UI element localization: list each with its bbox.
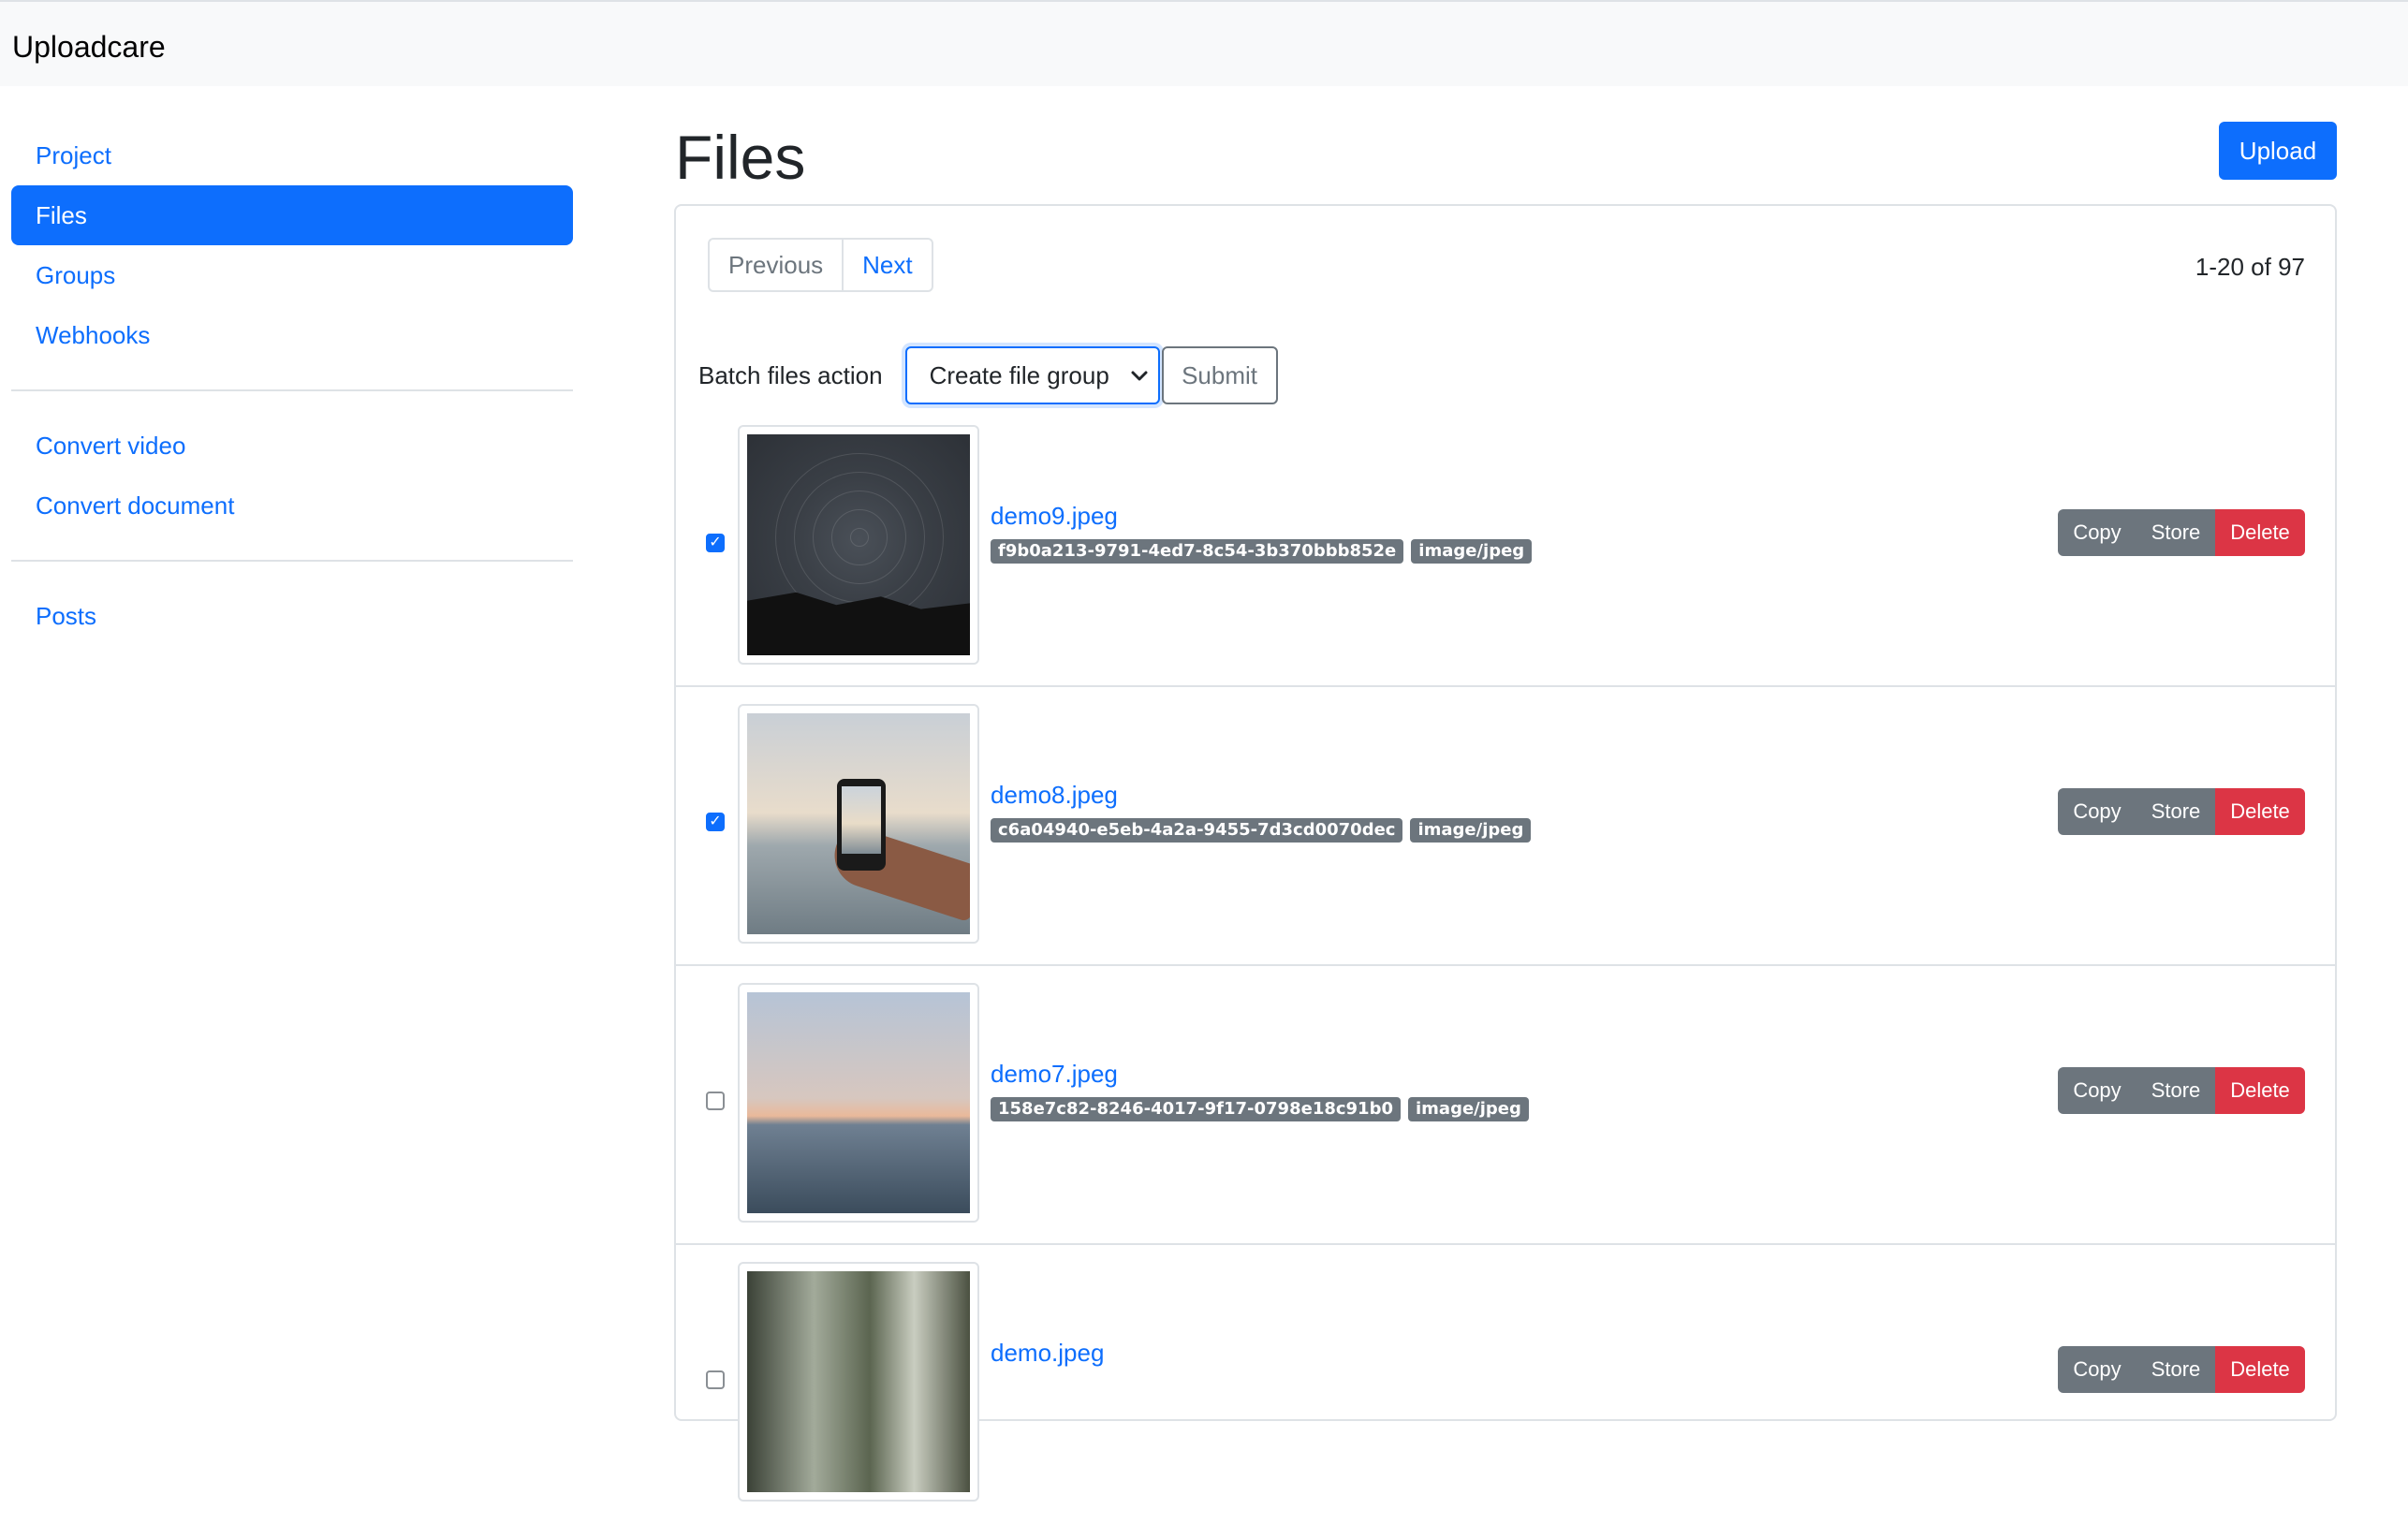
chevron-down-icon xyxy=(1131,371,1148,381)
file-checkbox[interactable] xyxy=(706,1370,725,1389)
file-actions: Copy Store Delete xyxy=(2058,1067,2305,1114)
file-thumbnail[interactable] xyxy=(738,1262,979,1502)
pagination: Previous Next xyxy=(708,238,933,292)
delete-button[interactable]: Delete xyxy=(2215,1346,2305,1393)
sea-sunset-image xyxy=(747,992,970,1213)
uuid-badge: c6a04940-e5eb-4a2a-9455-7d3cd0070dec xyxy=(991,818,1403,843)
file-badges: 158e7c82-8246-4017-9f17-0798e18c91b0 ima… xyxy=(991,1097,1529,1121)
file-badges: f9b0a213-9791-4ed7-8c54-3b370bbb852e ima… xyxy=(991,539,1533,564)
submit-button[interactable]: Submit xyxy=(1161,346,1278,404)
files-card: Previous Next 1-20 of 97 Batch files act… xyxy=(674,204,2337,1502)
mime-badge: image/jpeg xyxy=(1410,818,1532,843)
navbar: Uploadcare xyxy=(0,0,2408,86)
file-thumbnail[interactable] xyxy=(738,983,979,1223)
sidebar-item-convert-video[interactable]: Convert video xyxy=(11,416,573,476)
batch-action-select[interactable]: Create file group xyxy=(904,346,1160,404)
batch-action-form: Batch files action Create file group Sub… xyxy=(698,346,1278,404)
sidebar-item-posts[interactable]: Posts xyxy=(11,586,573,646)
file-thumbnail[interactable] xyxy=(738,425,979,665)
file-thumbnail[interactable] xyxy=(738,704,979,944)
file-name-link[interactable]: demo.jpeg xyxy=(991,1339,1104,1368)
file-row: demo7.jpeg 158e7c82-8246-4017-9f17-0798e… xyxy=(676,968,2335,1245)
delete-button[interactable]: Delete xyxy=(2215,788,2305,835)
store-button[interactable]: Store xyxy=(2136,788,2215,835)
copy-button[interactable]: Copy xyxy=(2058,509,2136,556)
sidebar-item-convert-document[interactable]: Convert document xyxy=(11,476,573,535)
copy-button[interactable]: Copy xyxy=(2058,1067,2136,1114)
store-button[interactable]: Store xyxy=(2136,1346,2215,1393)
star-trails-image xyxy=(747,434,970,655)
file-name-link[interactable]: demo7.jpeg xyxy=(991,1060,1118,1089)
sidebar-item-groups[interactable]: Groups xyxy=(11,245,573,305)
sidebar-divider xyxy=(11,389,573,391)
sidebar-item-files[interactable]: Files xyxy=(11,185,573,245)
previous-page-button[interactable]: Previous xyxy=(710,240,844,290)
page-title: Files xyxy=(675,123,806,192)
file-actions: Copy Store Delete xyxy=(2058,788,2305,835)
uuid-badge: 158e7c82-8246-4017-9f17-0798e18c91b0 xyxy=(991,1097,1401,1121)
file-row: ✓ demo8.jpeg c6a04940-e5eb-4a2a-9455-7d3… xyxy=(676,689,2335,966)
batch-action-label: Batch files action xyxy=(698,360,883,389)
sidebar-item-project[interactable]: Project xyxy=(11,125,573,185)
brand-logo[interactable]: Uploadcare xyxy=(12,28,166,66)
sidebar-item-webhooks[interactable]: Webhooks xyxy=(11,305,573,365)
sidebar-divider xyxy=(11,560,573,562)
copy-button[interactable]: Copy xyxy=(2058,1346,2136,1393)
forest-image xyxy=(747,1271,970,1492)
file-badges: c6a04940-e5eb-4a2a-9455-7d3cd0070dec ima… xyxy=(991,818,1532,843)
delete-button[interactable]: Delete xyxy=(2215,1067,2305,1114)
file-row: demo.jpeg Copy Store Delete xyxy=(676,1247,2335,1524)
file-row: ✓ demo9.jpeg f9b0a213-9791-4ed7-8c54-3b3… xyxy=(676,410,2335,687)
store-button[interactable]: Store xyxy=(2136,509,2215,556)
next-page-button[interactable]: Next xyxy=(844,240,931,290)
copy-button[interactable]: Copy xyxy=(2058,788,2136,835)
store-button[interactable]: Store xyxy=(2136,1067,2215,1114)
upload-button[interactable]: Upload xyxy=(2219,122,2337,180)
file-actions: Copy Store Delete xyxy=(2058,1346,2305,1393)
mime-badge: image/jpeg xyxy=(1408,1097,1529,1121)
sidebar: Project Files Groups Webhooks Convert vi… xyxy=(11,125,573,646)
file-checkbox[interactable]: ✓ xyxy=(706,534,725,552)
delete-button[interactable]: Delete xyxy=(2215,509,2305,556)
uuid-badge: f9b0a213-9791-4ed7-8c54-3b370bbb852e xyxy=(991,539,1404,564)
file-checkbox[interactable]: ✓ xyxy=(706,813,725,831)
results-count: 1-20 of 97 xyxy=(2195,253,2305,281)
batch-action-selected: Create file group xyxy=(929,360,1109,389)
file-name-link[interactable]: demo9.jpeg xyxy=(991,502,1118,531)
phone-photo-image xyxy=(747,713,970,934)
file-checkbox[interactable] xyxy=(706,1092,725,1110)
file-name-link[interactable]: demo8.jpeg xyxy=(991,781,1118,810)
file-actions: Copy Store Delete xyxy=(2058,509,2305,556)
mime-badge: image/jpeg xyxy=(1411,539,1533,564)
